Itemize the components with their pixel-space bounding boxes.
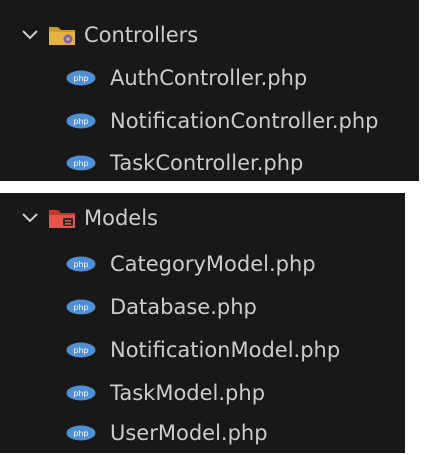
folder-row-models[interactable]: Models — [0, 196, 405, 240]
file-label: NotificationController.php — [110, 108, 379, 133]
file-label: CategoryModel.php — [110, 251, 316, 276]
file-label: UserModel.php — [110, 420, 268, 445]
folder-controller-icon — [49, 27, 75, 45]
svg-text:php: php — [73, 260, 88, 269]
svg-text:php: php — [73, 303, 88, 312]
file-row[interactable]: php UserModel.php — [0, 411, 405, 455]
php-icon: php — [66, 155, 96, 171]
folder-label: Models — [84, 205, 158, 230]
file-row[interactable]: php NotificationModel.php — [0, 328, 405, 372]
folder-label: Controllers — [84, 22, 199, 47]
explorer-panel-models: Models php CategoryModel.php php Databas… — [0, 193, 405, 453]
file-row[interactable]: php TaskController.php — [0, 141, 419, 185]
file-label: NotificationModel.php — [110, 337, 341, 362]
file-label: Database.php — [110, 294, 257, 319]
svg-text:php: php — [73, 74, 88, 83]
php-icon: php — [66, 256, 96, 272]
php-icon: php — [66, 385, 96, 401]
svg-text:php: php — [73, 429, 88, 438]
php-icon: php — [66, 425, 96, 441]
chevron-down-icon[interactable] — [20, 211, 40, 225]
file-row[interactable]: php NotificationController.php — [0, 99, 419, 143]
php-icon: php — [66, 299, 96, 315]
svg-text:php: php — [73, 389, 88, 398]
file-label: TaskModel.php — [110, 380, 266, 405]
explorer-panel-controllers: Controllers php AuthController.php php N… — [0, 0, 419, 181]
php-icon: php — [66, 113, 96, 129]
file-row[interactable]: php Database.php — [0, 285, 405, 329]
svg-text:php: php — [73, 117, 88, 126]
folder-row-controllers[interactable]: Controllers — [0, 13, 419, 57]
svg-text:php: php — [73, 159, 88, 168]
file-row[interactable]: php TaskModel.php — [0, 371, 405, 415]
file-label: TaskController.php — [110, 150, 304, 175]
file-row[interactable]: php CategoryModel.php — [0, 242, 405, 286]
php-icon: php — [66, 342, 96, 358]
file-label: AuthController.php — [110, 65, 308, 90]
chevron-down-icon[interactable] — [20, 28, 40, 42]
file-row[interactable]: php AuthController.php — [0, 56, 419, 100]
svg-text:php: php — [73, 346, 88, 355]
folder-model-icon — [49, 210, 75, 228]
php-icon: php — [66, 70, 96, 86]
